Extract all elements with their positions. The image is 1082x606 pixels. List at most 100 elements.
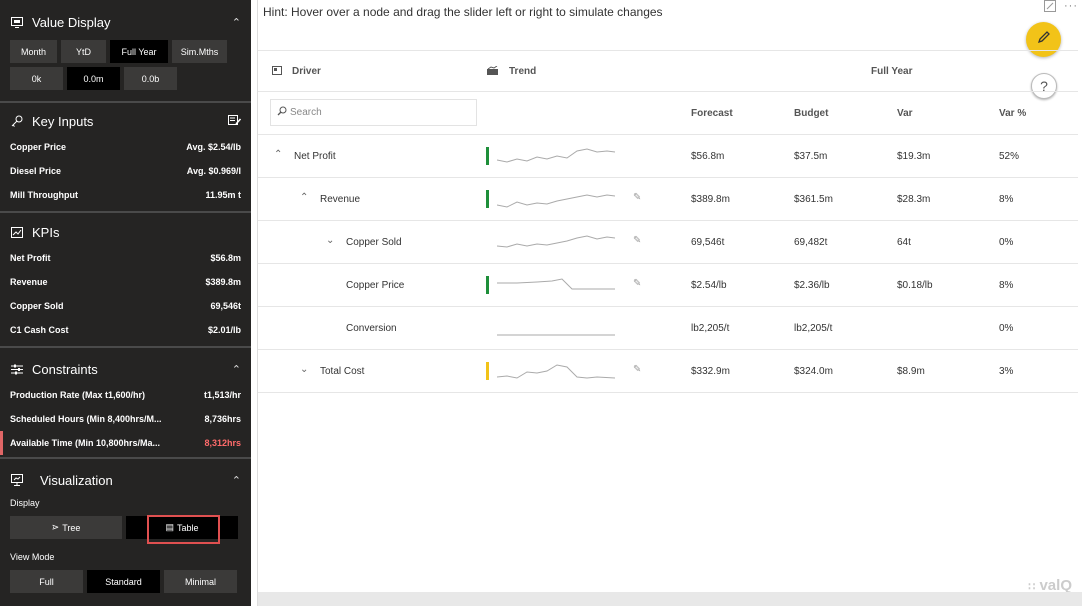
chevron-down-icon[interactable]: ⌄: [326, 235, 334, 246]
display-table-button[interactable]: ▤ Table: [126, 515, 238, 544]
constraint-row[interactable]: Production Rate (Max t1,600/hr) t1,513/hr: [0, 383, 251, 407]
table-row-total-cost[interactable]: ⌄ Total Cost ✎ $332.9m $324.0m $8.9m 3%: [258, 350, 1078, 393]
status-bar: [486, 190, 489, 208]
budget-cell: $324.0m: [794, 366, 833, 377]
visualization-title: Visualization: [40, 472, 113, 488]
pencil-icon[interactable]: ✎: [633, 364, 641, 375]
search-placeholder: Search: [290, 107, 322, 118]
table-row-revenue[interactable]: ⌃ Revenue ✎ $389.8m $361.5m $28.3m 8%: [258, 178, 1078, 221]
var-cell: $28.3m: [897, 194, 931, 205]
row-name: Copper Sold: [346, 237, 402, 248]
view-mode-full-button[interactable]: Full: [10, 570, 83, 593]
period-month-button[interactable]: Month: [10, 40, 57, 63]
visualization-section: Visualization ⌃ Display ⋗ Tree ▤ Table Vie…: [0, 459, 251, 593]
value-display-header[interactable]: Value Display ⌃: [0, 8, 251, 36]
forecast-column-header[interactable]: Forecast: [691, 108, 733, 119]
kpi-row[interactable]: Copper Sold 69,546t: [0, 294, 251, 318]
forecast-cell: $56.8m: [691, 151, 725, 162]
constraint-value: 8,312hrs: [204, 438, 241, 448]
row-name: Conversion: [346, 323, 397, 334]
forecast-cell: $2.54/lb: [691, 280, 727, 291]
scale-0k-button[interactable]: 0k: [10, 67, 63, 90]
view-mode-minimal-button[interactable]: Minimal: [164, 570, 237, 593]
status-bar: [486, 362, 489, 380]
period-sim-mths-button[interactable]: Sim.Mths: [172, 40, 227, 63]
pencil-icon[interactable]: ✎: [633, 235, 641, 246]
kpi-row[interactable]: Revenue $389.8m: [0, 270, 251, 294]
tree-icon: ⋗: [51, 522, 60, 532]
status-bar: [486, 276, 489, 294]
chart-icon: [10, 226, 24, 238]
horizontal-scrollbar[interactable]: [258, 592, 1082, 606]
period-full-year-button[interactable]: Full Year: [110, 40, 168, 63]
key-input-row[interactable]: Mill Throughput 11.95m t: [0, 183, 251, 207]
kpis-header[interactable]: KPIs: [0, 218, 251, 246]
display-tree-button[interactable]: ⋗ Tree: [10, 516, 122, 539]
chevron-up-icon[interactable]: ⌃: [232, 474, 241, 487]
pencil-icon[interactable]: ✎: [633, 192, 641, 203]
kpi-value: $389.8m: [205, 277, 241, 287]
table-row-conversion[interactable]: Conversion lb2,205/t lb2,205/t 0%: [258, 307, 1078, 350]
table-row-copper-price[interactable]: Copper Price ✎ $2.54/lb $2.36/lb $0.18/l…: [258, 264, 1078, 307]
trend-sparkline: [497, 364, 616, 379]
constraints-section: Constraints ⌃ Production Rate (Max t1,60…: [0, 348, 251, 459]
chevron-up-icon[interactable]: ⌃: [232, 16, 241, 29]
visualization-header[interactable]: Visualization ⌃: [0, 466, 251, 494]
value-display-title: Value Display: [32, 14, 111, 30]
kpi-label: Copper Sold: [10, 301, 64, 311]
view-mode-standard-button[interactable]: Standard: [87, 570, 160, 593]
view-mode-label: View Mode: [10, 552, 55, 562]
key-input-value: Avg. $2.54/lb: [186, 142, 241, 152]
row-name: Total Cost: [320, 366, 365, 377]
chevron-up-icon[interactable]: ⌃: [300, 192, 308, 203]
constraint-row-violated[interactable]: Available Time (Min 10,800hrs/Ma... 8,312…: [0, 431, 251, 455]
key-input-value: Avg. $0.969/l: [186, 166, 241, 176]
pencil-icon[interactable]: ✎: [633, 278, 641, 289]
top-icons: ···: [1044, 0, 1078, 15]
driver-column-header: Driver: [292, 66, 321, 77]
more-options-icon[interactable]: ···: [1064, 0, 1078, 15]
forecast-cell: lb2,205/t: [691, 323, 730, 334]
kpi-row[interactable]: C1 Cash Cost $2.01/lb: [0, 318, 251, 342]
sliders-icon: [10, 363, 24, 375]
budget-column-header[interactable]: Budget: [794, 108, 828, 119]
key-input-row[interactable]: Diesel Price Avg. $0.969/l: [0, 159, 251, 183]
table-row-net-profit[interactable]: ⌃ Net Profit $56.8m $37.5m $19.3m 52%: [258, 135, 1078, 178]
period-ytd-button[interactable]: YtD: [61, 40, 106, 63]
focus-mode-icon[interactable]: [1044, 0, 1056, 15]
chevron-down-icon[interactable]: ⌄: [300, 364, 308, 375]
trend-sparkline: [497, 148, 616, 163]
scale-0-0b-button[interactable]: 0.0b: [124, 67, 177, 90]
key-input-row[interactable]: Copper Price Avg. $2.54/lb: [0, 135, 251, 159]
search-input[interactable]: Search: [270, 99, 477, 126]
trend-icon: [487, 65, 498, 78]
var-column-header[interactable]: Var: [897, 108, 913, 119]
hint-text: Hint: Hover over a node and drag the sli…: [263, 5, 663, 19]
key-inputs-section: Key Inputs Copper Price Avg. $2.54/lb Die…: [0, 103, 251, 213]
var-cell: $19.3m: [897, 151, 931, 162]
trend-column-header: Trend: [509, 66, 537, 77]
var-pct-column-header[interactable]: Var %: [999, 108, 1026, 119]
var-pct-cell: 8%: [999, 194, 1014, 205]
key-inputs-header[interactable]: Key Inputs: [0, 107, 251, 135]
trend-sparkline: [497, 334, 615, 336]
constraint-label: Scheduled Hours (Min 8,400hrs/M...: [10, 414, 162, 424]
table-row-copper-sold[interactable]: ⌄ Copper Sold ✎ 69,546t 69,482t 64t 0%: [258, 221, 1078, 264]
kpi-label: Revenue: [10, 277, 48, 287]
kpi-row[interactable]: Net Profit $56.8m: [0, 246, 251, 270]
scale-0-0m-button[interactable]: 0.0m: [67, 67, 120, 90]
forecast-cell: $332.9m: [691, 366, 730, 377]
var-pct-cell: 3%: [999, 366, 1014, 377]
constraint-value: 8,736hrs: [204, 414, 241, 424]
chevron-up-icon[interactable]: ⌃: [274, 149, 282, 160]
chevron-up-icon[interactable]: ⌃: [232, 363, 241, 376]
var-pct-cell: 0%: [999, 323, 1014, 334]
row-name: Revenue: [320, 194, 361, 205]
constraint-row[interactable]: Scheduled Hours (Min 8,400hrs/M... 8,736h…: [0, 407, 251, 431]
display-tree-label: Tree: [62, 522, 81, 533]
kpis-title: KPIs: [32, 224, 60, 240]
budget-cell: $37.5m: [794, 151, 828, 162]
kpi-label: C1 Cash Cost: [10, 325, 69, 335]
constraints-header[interactable]: Constraints ⌃: [0, 355, 251, 383]
edit-list-icon[interactable]: [228, 114, 242, 129]
